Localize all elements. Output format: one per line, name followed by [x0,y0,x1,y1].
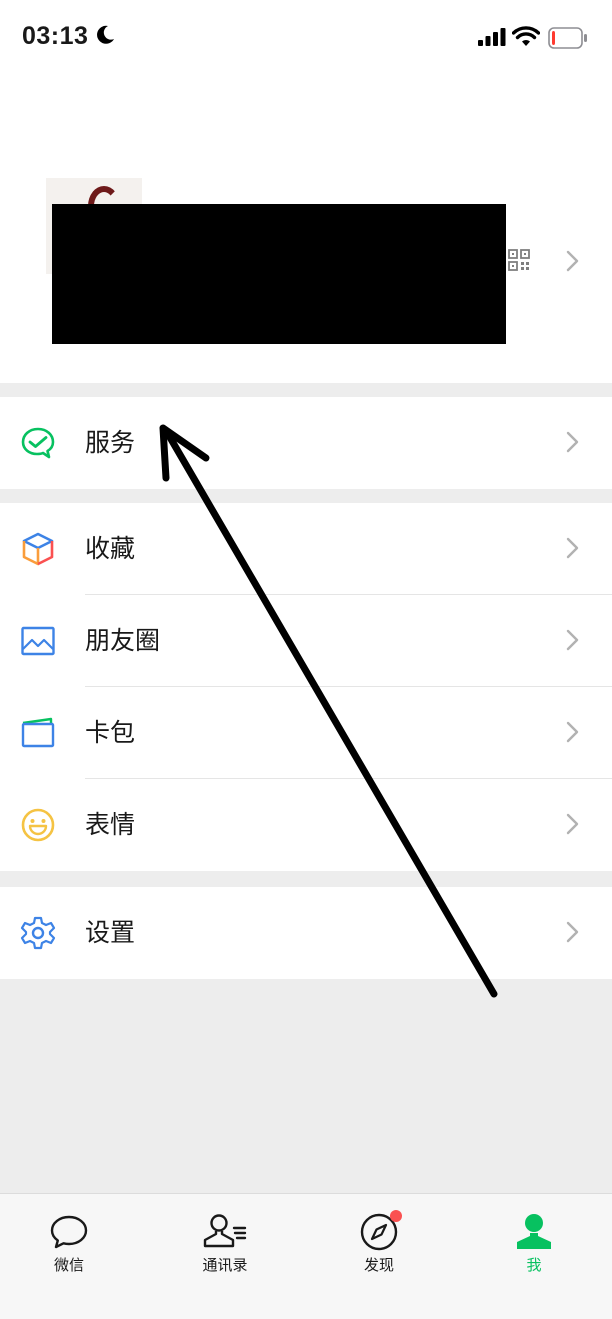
card-wallet-icon [21,717,55,748]
menu-item-label: 表情 [85,810,136,839]
signal-icon [478,28,506,46]
sticker-smile-icon [21,808,55,842]
menu-item-label: 卡包 [85,718,136,747]
menu-item-cards[interactable]: 卡包 [0,687,612,779]
tab-label: 通讯录 [202,1256,248,1274]
menu-item-services[interactable]: 服务 [0,397,612,489]
menu-item-settings[interactable]: 设置 [0,887,612,979]
battery-icon [548,27,587,49]
tab-chats[interactable]: 微信 [19,1212,119,1275]
wechat-pay-icon [21,427,55,459]
redacted-profile-info [52,204,506,344]
tab-label: 我 [526,1256,542,1274]
tab-label: 微信 [53,1256,84,1274]
chevron-right-icon [566,431,579,453]
moments-image-icon [21,626,55,656]
settings-gear-icon [20,916,56,950]
chevron-right-icon [566,813,579,835]
menu-item-label: 收藏 [85,534,136,563]
menu-item-label: 服务 [85,428,136,457]
menu-item-favorites[interactable]: 收藏 [0,503,612,595]
menu-item-label: 设置 [85,918,136,947]
moon-icon [97,25,114,44]
menu-group-settings: 设置 [0,887,612,979]
status-bar: 03:13 [0,0,612,78]
chevron-right-icon [566,629,579,651]
tab-me[interactable]: 我 [484,1212,584,1275]
favorites-cube-icon [22,532,54,566]
tab-label: 发现 [363,1256,394,1274]
me-person-icon [517,1214,551,1249]
qr-code-icon[interactable] [508,249,530,271]
status-time: 03:13 [22,22,89,50]
chat-bubble-icon [50,1215,88,1249]
notification-dot [390,1210,402,1222]
menu-item-moments[interactable]: 朋友圈 [0,595,612,687]
chevron-right-icon [566,721,579,743]
menu-group-content: 收藏 朋友圈 卡包 表情 [0,503,612,871]
tab-bar: 微信 通讯录 发现 我 [0,1193,612,1319]
menu-item-stickers[interactable]: 表情 [0,779,612,871]
tab-discover[interactable]: 发现 [329,1210,429,1275]
menu-group-services: 服务 [0,397,612,489]
profile-card[interactable] [0,78,612,383]
chevron-right-icon [566,921,579,943]
chevron-right-icon [566,250,579,272]
chevron-right-icon [566,537,579,559]
contacts-icon [203,1214,247,1248]
menu-item-label: 朋友圈 [85,626,161,655]
tab-contacts[interactable]: 通讯录 [175,1212,275,1275]
wifi-icon [512,26,540,46]
